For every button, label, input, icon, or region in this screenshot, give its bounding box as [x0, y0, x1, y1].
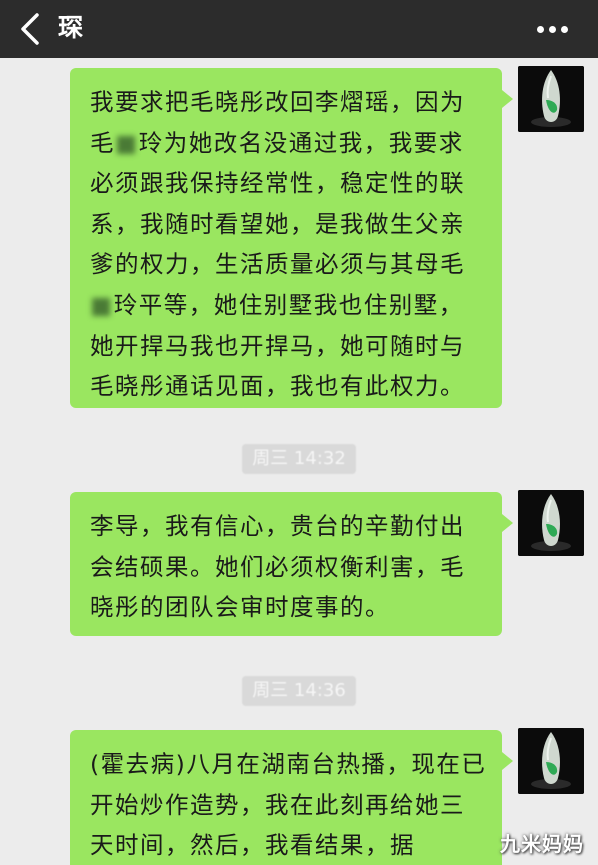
avatar[interactable] — [518, 66, 584, 132]
title-bar: 琛 — [0, 0, 598, 58]
message-row: 我要求把毛晓彤改回李熠瑶，因为毛■玲为她改名没通过我，我要求必须跟我保持经常性，… — [0, 66, 598, 411]
jade-pendant-avatar-icon — [518, 490, 584, 556]
message-bubble[interactable]: 李导，我有信心，贵台的辛勤付出会结硕果。她们必须权衡利害，毛晓彤的团队会审时度事… — [70, 492, 513, 636]
timestamp-label: 周三 14:36 — [242, 676, 356, 706]
watermark: 九米妈妈 — [500, 832, 584, 856]
chevron-left-icon — [21, 13, 39, 45]
timestamp: 周三 14:36 — [0, 676, 598, 706]
avatar[interactable] — [518, 728, 584, 794]
message-text: (霍去病)八月在湖南台热播，现在已开始炒作造势，我在此刻再给她三天时间，然后，我… — [90, 750, 487, 860]
jade-pendant-avatar-icon — [518, 66, 584, 132]
more-dot — [548, 25, 556, 33]
message-row: 李导，我有信心，贵台的辛勤付出会结硕果。她们必须权衡利害，毛晓彤的团队会审时度事… — [0, 490, 598, 640]
more-button[interactable] — [532, 14, 572, 44]
timestamp: 周三 14:32 — [0, 444, 598, 474]
back-button[interactable] — [14, 10, 46, 48]
message-text: 李导，我有信心，贵台的辛勤付出会结硕果。她们必须权衡利害，毛晓彤的团队会审时度事… — [90, 512, 465, 622]
redacted-character: ■ — [115, 128, 139, 157]
chat-title: 琛 — [58, 13, 84, 42]
message-text: 我要求把毛晓彤改回李熠瑶，因为毛■玲为她改名没通过我，我要求必须跟我保持经常性，… — [90, 88, 465, 401]
more-horizontal-icon — [536, 25, 544, 33]
more-dot — [560, 25, 568, 33]
chat-area[interactable]: 我要求把毛晓彤改回李熠瑶，因为毛■玲为她改名没通过我，我要求必须跟我保持经常性，… — [0, 58, 598, 865]
avatar[interactable] — [518, 490, 584, 556]
message-bubble[interactable]: 我要求把毛晓彤改回李熠瑶，因为毛■玲为她改名没通过我，我要求必须跟我保持经常性，… — [70, 68, 513, 408]
jade-pendant-avatar-icon — [518, 728, 584, 794]
message-bubble[interactable]: (霍去病)八月在湖南台热播，现在已开始炒作造势，我在此刻再给她三天时间，然后，我… — [70, 730, 513, 865]
redacted-character: ■ — [90, 290, 114, 319]
timestamp-label: 周三 14:32 — [242, 444, 356, 474]
